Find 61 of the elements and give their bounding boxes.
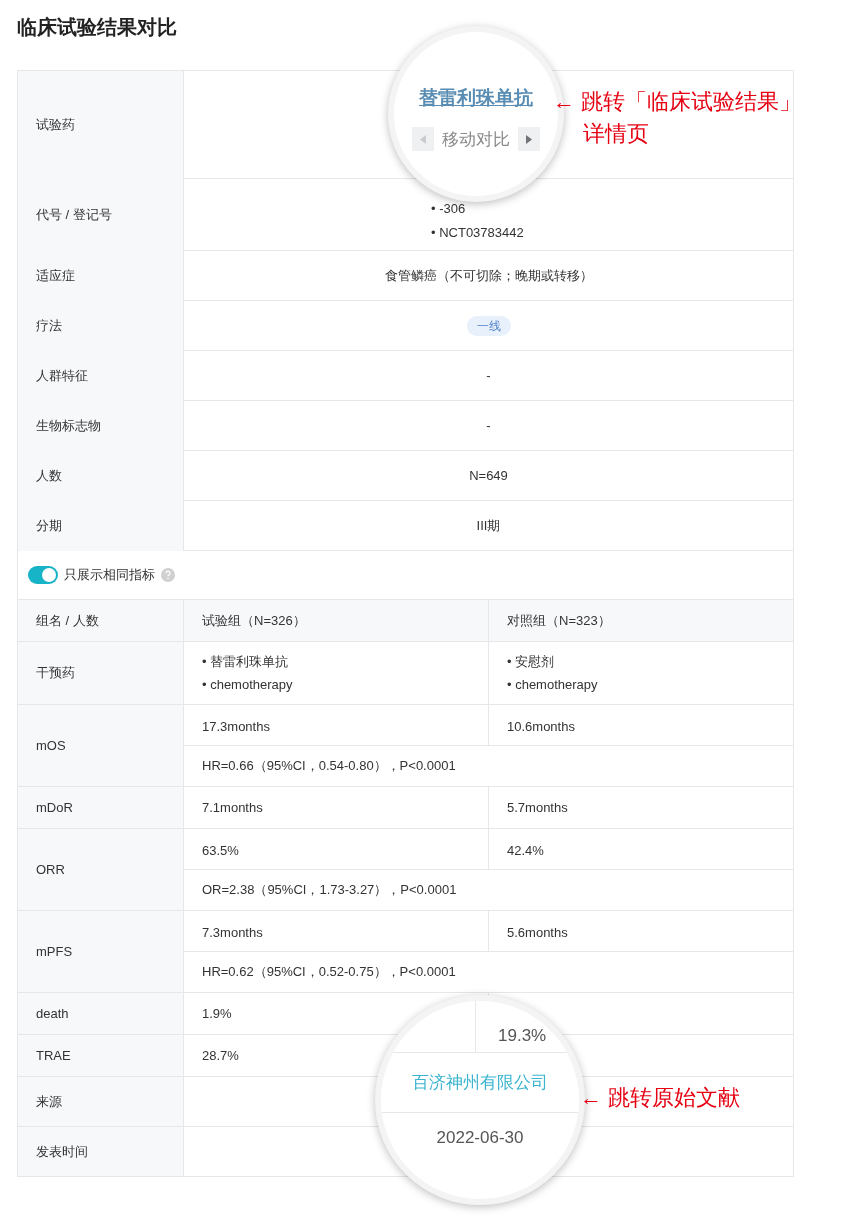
row-label: mPFS (36, 942, 73, 961)
value-text: 7.3months (202, 925, 263, 940)
value-text: 5.7months (507, 798, 568, 817)
statistic-text: OR=2.38（95%CI，1.73-3.27），P<0.0001 (202, 881, 457, 900)
value-text: - (486, 416, 491, 435)
row-label: 来源 (36, 1092, 62, 1111)
row-label: TRAE (36, 1046, 71, 1065)
list-item: • chemotherapy (202, 676, 294, 694)
row-label: mOS (36, 736, 66, 755)
value-text: 63.5% (202, 843, 239, 858)
value-text: 28.7% (202, 1046, 239, 1065)
value-text: 17.3months (202, 719, 270, 734)
row-label: 疗法 (36, 317, 62, 336)
next-button[interactable] (518, 127, 540, 152)
source-link[interactable]: 百济神州有限公司 (412, 1069, 548, 1096)
row-label: 适应症 (36, 267, 75, 286)
value-text: 10.6months (507, 719, 575, 734)
row-label: 人群特征 (36, 367, 88, 386)
row-label: 组名 / 人数 (36, 611, 99, 630)
toggle-switch[interactable] (28, 566, 58, 584)
value-text: 1.9% (202, 1004, 232, 1023)
value-text: 7.1months (202, 798, 263, 817)
annotation-text: ← 跳转原始文献 (580, 1084, 741, 1112)
list-item: • chemotherapy (507, 676, 599, 694)
value-text: 19.3% (498, 1024, 547, 1047)
left-arrow-icon (420, 134, 426, 144)
value-text: 5.6months (507, 925, 568, 940)
row-label: 生物标志物 (36, 417, 101, 436)
column-header: 试验组（N=326） (202, 611, 306, 630)
drug-link[interactable]: 替雷利珠单抗 (419, 84, 533, 113)
help-icon (161, 568, 175, 582)
publish-date: 2022-06-30 (436, 1127, 524, 1149)
code-text: • NCT03783442 (431, 223, 524, 242)
row-label: ORR (36, 860, 65, 879)
row-label: 干预药 (36, 664, 75, 683)
value-text: 食管鳞癌（不可切除；晚期或转移） (384, 266, 593, 285)
row-label: 分期 (36, 517, 62, 536)
row-label: 人数 (36, 467, 62, 486)
column-header: 对照组（N=323） (507, 611, 611, 630)
value-text: - (486, 366, 491, 385)
value-text: III期 (476, 516, 501, 535)
right-arrow-icon (526, 134, 532, 144)
annotation-text: 详情页 (583, 120, 649, 148)
value-text: 42.4% (507, 843, 544, 858)
row-label: death (36, 1004, 69, 1023)
list-item: • 替雷利珠单抗 (202, 652, 290, 671)
annotation-text: ← 跳转「临床试验结果」 (553, 88, 802, 116)
statistic-text: HR=0.62（95%CI，0.52-0.75），P<0.0001 (202, 963, 456, 982)
row-label: 代号 / 登记号 (36, 206, 112, 225)
row-label: 发表时间 (36, 1142, 88, 1161)
statistic-text: HR=0.66（95%CI，0.54-0.80），P<0.0001 (202, 757, 456, 776)
value-text: N=649 (469, 466, 508, 485)
toggle-label: 只展示相同指标 (64, 566, 155, 585)
code-text: • -306 (431, 200, 466, 218)
row-label: mDoR (36, 798, 73, 817)
previous-button[interactable] (412, 127, 434, 152)
therapy-tag: 一线 (466, 315, 511, 336)
move-compare-label: 移动对比 (442, 128, 510, 151)
page-title: 临床试验结果对比 (17, 15, 178, 40)
list-item: • 安慰剂 (507, 652, 556, 671)
row-label: 试验药 (36, 116, 75, 135)
